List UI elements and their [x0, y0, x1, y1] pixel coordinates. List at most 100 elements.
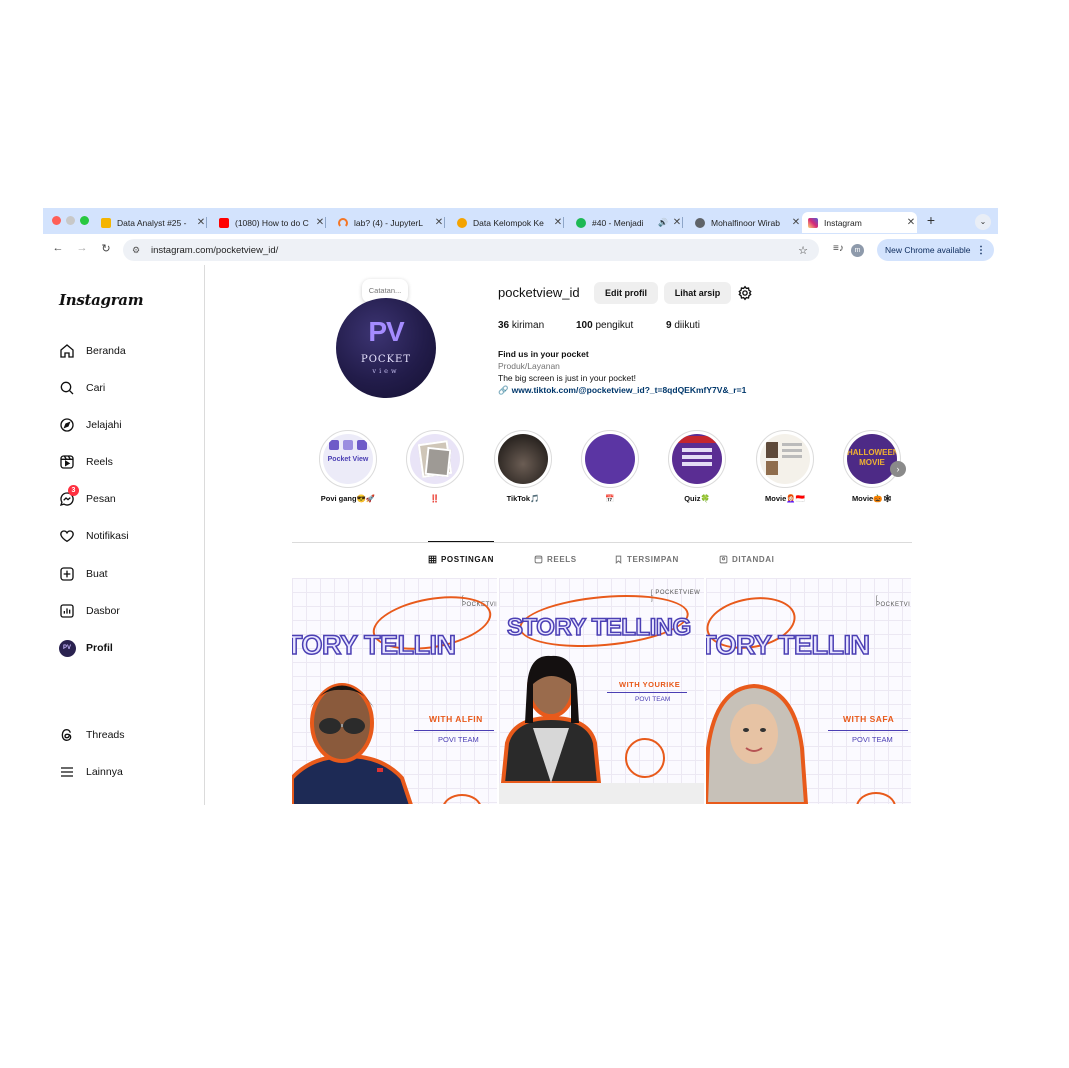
- bio-name: Find us in your pocket: [498, 349, 589, 359]
- speaker-icon[interactable]: 🔊: [658, 218, 668, 227]
- sidebar: Instagram Beranda Cari Jelajahi Reels 3 …: [43, 265, 205, 805]
- profile-username: pocketview_id: [498, 285, 580, 300]
- back-button[interactable]: ←: [51, 242, 65, 254]
- browser-tab[interactable]: lab? (4) - JupyterL ✕: [332, 212, 445, 233]
- link-icon: 🔗: [498, 385, 509, 395]
- media-controls-icon[interactable]: ≡♪: [833, 243, 844, 254]
- instagram-page: Instagram Beranda Cari Jelajahi Reels 3 …: [43, 265, 998, 805]
- bio-link[interactable]: 🔗 www.tiktok.com/@pocketview_id?_t=8qdQEK…: [498, 385, 746, 396]
- profile-main: Catatan... PV POCKET view pocketview_id …: [206, 265, 998, 805]
- bio-text: The big screen is just in your pocket!: [498, 373, 636, 383]
- tabs-divider: [292, 542, 912, 543]
- reels-icon: [534, 555, 543, 564]
- grid-icon: [428, 555, 437, 564]
- following-count[interactable]: 9 diikuti: [666, 320, 700, 331]
- bookmark-star-icon[interactable]: ☆: [793, 244, 813, 257]
- post-thumbnail[interactable]: [ POCKETVI TORY TELLIN WITH SAFA POVI TE…: [706, 578, 911, 804]
- tab-search-button[interactable]: ⌄: [975, 214, 991, 230]
- threads-icon: [58, 726, 76, 744]
- youtube-icon: [219, 217, 229, 228]
- nav-threads[interactable]: Threads: [58, 725, 125, 745]
- globe-icon: [695, 217, 705, 228]
- browser-tab[interactable]: (1080) How to do C ✕: [213, 212, 326, 233]
- forward-button[interactable]: →: [75, 242, 89, 254]
- tab-strip: Data Analyst #25 - ✕ (1080) How to do C …: [43, 208, 998, 234]
- browser-tab[interactable]: Data Analyst #25 - ✕: [95, 212, 207, 233]
- nav-beranda[interactable]: Beranda: [58, 341, 126, 361]
- tagged-icon: [719, 555, 728, 564]
- story-highlight[interactable]: 📅: [581, 430, 639, 503]
- messenger-icon: 3: [58, 485, 79, 508]
- nav-notifikasi[interactable]: Notifikasi: [58, 526, 129, 546]
- avatar: PV: [58, 639, 76, 657]
- site-info-icon[interactable]: ⚙: [129, 245, 143, 256]
- person-photo: [706, 683, 809, 804]
- browser-toolbar: ← → ↻ ⚙ instagram.com/pocketview_id/ ☆ ≡…: [43, 234, 998, 265]
- edit-profile-button[interactable]: Edit profil: [594, 282, 658, 304]
- address-bar[interactable]: ⚙ instagram.com/pocketview_id/ ☆: [123, 239, 819, 261]
- close-icon[interactable]: ✕: [905, 217, 917, 228]
- colab-icon: [457, 217, 467, 228]
- jupyter-icon: [338, 217, 348, 228]
- view-archive-button[interactable]: Lihat arsip: [664, 282, 731, 304]
- profile-picture[interactable]: PV POCKET view: [336, 298, 436, 398]
- nav-profil[interactable]: PV Profil: [58, 638, 113, 658]
- dashboard-icon: [58, 602, 76, 620]
- compass-icon: [58, 416, 76, 434]
- posts-count[interactable]: 36 kiriman: [498, 320, 544, 331]
- nav-buat[interactable]: Buat: [58, 564, 108, 584]
- home-icon: [58, 342, 76, 360]
- nav-dasbor[interactable]: Dasbor: [58, 601, 120, 621]
- google-docs-icon: [101, 217, 111, 228]
- url-text[interactable]: instagram.com/pocketview_id/: [151, 245, 793, 256]
- story-highlight[interactable]: ‼️: [406, 430, 464, 503]
- tab-reels[interactable]: REELS: [534, 555, 577, 564]
- nav-lainnya[interactable]: Lainnya: [58, 762, 123, 782]
- plus-square-icon: [58, 565, 76, 583]
- browser-window: Data Analyst #25 - ✕ (1080) How to do C …: [43, 208, 998, 805]
- story-highlight[interactable]: Quiz🍀: [668, 430, 726, 503]
- notification-badge: 3: [68, 485, 79, 496]
- browser-tab[interactable]: #40 - Menjadi 🔊 ✕: [570, 212, 683, 233]
- followers-count[interactable]: 100 pengikut: [576, 320, 633, 331]
- nav-cari[interactable]: Cari: [58, 378, 105, 398]
- instagram-icon: [808, 217, 818, 228]
- spotify-icon: [576, 217, 586, 228]
- post-title: TORY TELLIN: [292, 629, 457, 661]
- story-highlight[interactable]: TikTok🎵: [494, 430, 552, 503]
- settings-gear-icon[interactable]: [737, 285, 753, 301]
- tab-postingan[interactable]: POSTINGAN: [428, 555, 494, 564]
- minimize-window-button[interactable]: [66, 216, 75, 225]
- nav-jelajahi[interactable]: Jelajahi: [58, 415, 122, 435]
- close-icon[interactable]: ✕: [790, 217, 802, 228]
- pocketview-logo: PV: [368, 316, 404, 347]
- browser-tab[interactable]: Mohalfinoor Wirab ✕: [689, 212, 802, 233]
- story-highlight[interactable]: Movie👩🏻‍🦰🇮🇩: [756, 430, 814, 503]
- post-thumbnail[interactable]: [ POCKETVIEW TORY TELLIN WITH ALFIN POVI…: [292, 578, 497, 804]
- profile-avatar[interactable]: m: [851, 244, 864, 257]
- tab-ditandai[interactable]: DITANDAI: [719, 555, 774, 564]
- chevron-right-icon[interactable]: ›: [890, 461, 906, 477]
- maximize-window-button[interactable]: [80, 216, 89, 225]
- browser-tab[interactable]: Data Kelompok Ke ✕: [451, 212, 564, 233]
- search-icon: [58, 379, 76, 397]
- bio-category: Produk/Layanan: [498, 361, 560, 371]
- browser-tab-active[interactable]: Instagram ✕: [802, 212, 917, 233]
- post-title: STORY TELLING: [506, 613, 692, 642]
- chrome-update-button[interactable]: New Chrome available ⋮: [877, 239, 994, 261]
- more-icon[interactable]: ⋮: [976, 245, 986, 256]
- menu-icon: [58, 763, 76, 781]
- close-window-button[interactable]: [52, 216, 61, 225]
- active-tab-indicator: [428, 541, 494, 542]
- person-photo: [500, 655, 602, 783]
- instagram-logo[interactable]: Instagram: [59, 291, 144, 309]
- tab-tersimpan[interactable]: TERSIMPAN: [614, 555, 679, 564]
- post-title: TORY TELLIN: [706, 629, 871, 661]
- reload-button[interactable]: ↻: [99, 242, 113, 255]
- story-highlight[interactable]: Pocket View Povi gang😎🚀: [319, 430, 377, 503]
- nav-pesan[interactable]: 3 Pesan: [58, 485, 116, 509]
- post-thumbnail[interactable]: [ POCKETVIEW ] STORY TELLING WITH YOURIK…: [499, 578, 704, 804]
- reels-icon: [58, 453, 76, 471]
- new-tab-button[interactable]: +: [924, 212, 938, 228]
- nav-reels[interactable]: Reels: [58, 452, 113, 472]
